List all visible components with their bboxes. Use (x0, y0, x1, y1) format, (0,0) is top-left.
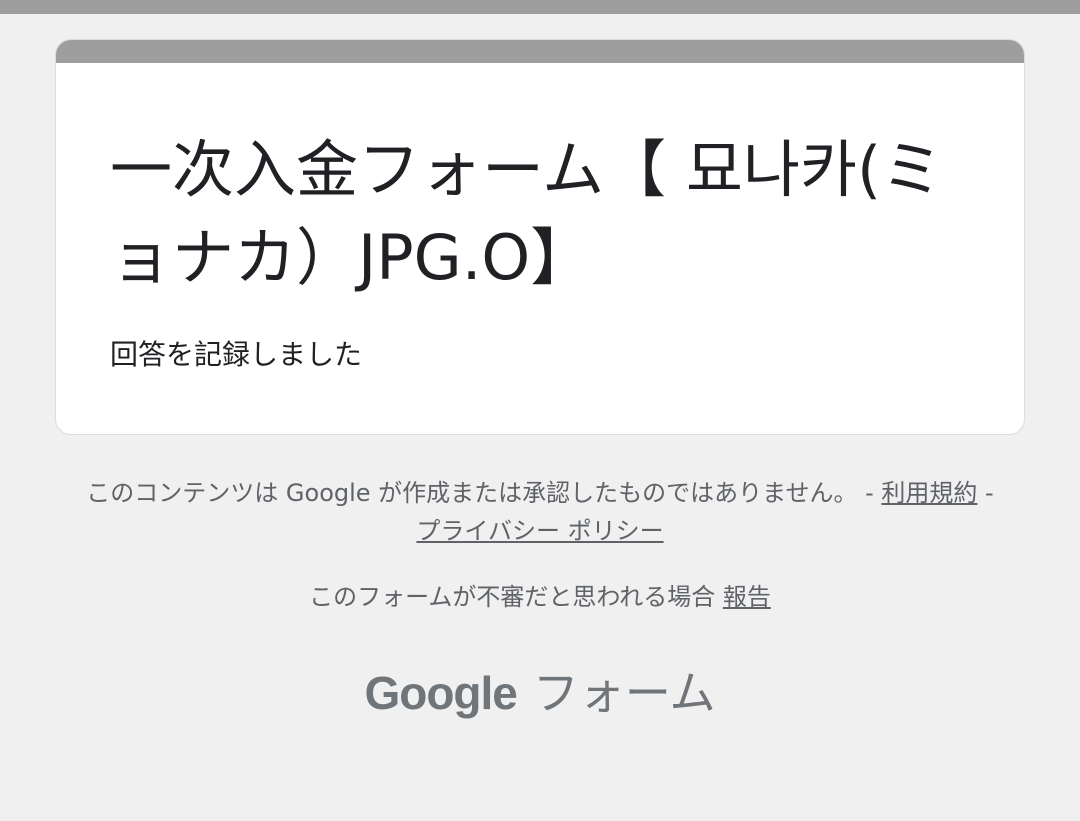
report-line: このフォームが不審だと思われる場合 報告 (80, 578, 1000, 616)
terms-link[interactable]: 利用規約 (881, 479, 977, 507)
privacy-policy-link[interactable]: プライバシー ポリシー (416, 517, 663, 545)
forms-wordmark: フォーム (532, 666, 716, 720)
form-card: 一次入金フォーム【 묘나카(ミョナカ）JPG.O】 回答を記録しました (55, 39, 1025, 435)
disclaimer: このコンテンツは Google が作成または承認したものではありません。 - 利… (80, 474, 1000, 550)
top-header-strip (0, 0, 1080, 14)
report-prefix-text: このフォームが不審だと思われる場合 (309, 583, 723, 611)
google-wordmark: Google (364, 667, 517, 719)
confirmation-message: 回答を記録しました (110, 338, 363, 371)
card-accent-bar (56, 40, 1024, 63)
link-separator: - (977, 479, 994, 507)
disclaimer-text: このコンテンツは Google が作成または承認したものではありません。 - (86, 479, 882, 507)
report-link[interactable]: 報告 (723, 583, 771, 611)
google-forms-logo[interactable]: Google フォーム (0, 660, 1080, 726)
form-title: 一次入金フォーム【 묘나카(ミョナカ）JPG.O】 (110, 133, 944, 294)
